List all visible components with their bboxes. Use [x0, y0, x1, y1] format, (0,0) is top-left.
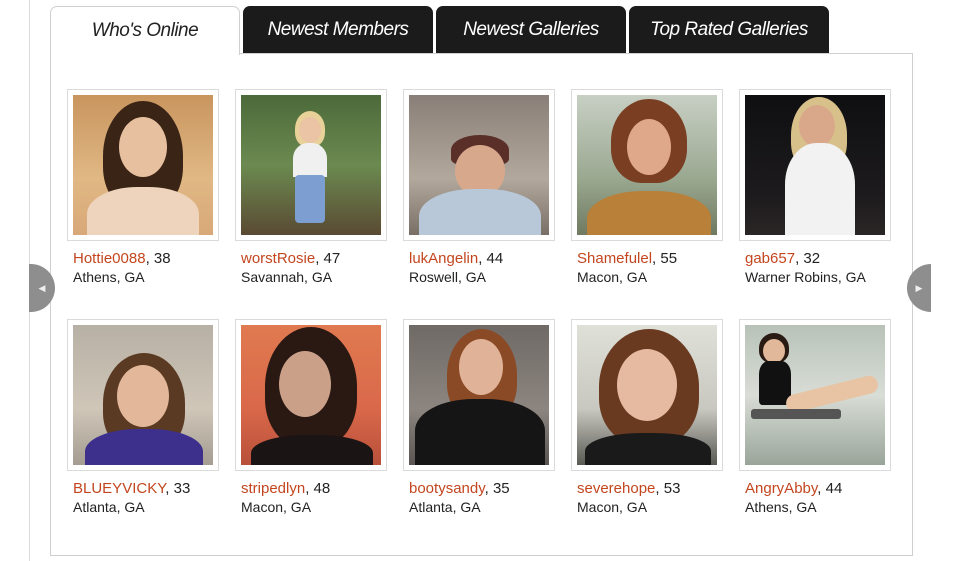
member-info: lukAngelin, 44 [409, 250, 555, 267]
member-username-link[interactable]: AngryAbby [745, 480, 817, 497]
member-photo[interactable] [403, 89, 555, 241]
member-card: lukAngelin, 44 Roswell, GA [403, 89, 555, 285]
member-location: Athens, GA [73, 269, 145, 285]
member-age: , 35 [484, 480, 510, 497]
member-info: worstRosie, 47 [241, 250, 387, 267]
member-card: Hottie0088, 38 Athens, GA [67, 89, 219, 285]
chevron-right-icon: ▶ [915, 282, 923, 293]
member-age: , 44 [478, 250, 504, 267]
member-info: gab657, 32 [745, 250, 891, 267]
member-location: Savannah, GA [241, 269, 333, 285]
member-location: Atlanta, GA [409, 499, 481, 515]
member-info: BLUEYVICKY, 33 [73, 480, 219, 497]
member-card: severehope, 53 Macon, GA [571, 319, 723, 515]
member-card: bootysandy, 35 Atlanta, GA [403, 319, 555, 515]
member-card: worstRosie, 47 Savannah, GA [235, 89, 387, 285]
member-info: severehope, 53 [577, 480, 723, 497]
member-age: , 33 [165, 480, 191, 497]
member-username-link[interactable]: Shamefulel [577, 250, 652, 267]
tab-newest-galleries[interactable]: Newest Galleries [436, 6, 626, 54]
tab-whos-online[interactable]: Who's Online [50, 6, 240, 55]
member-location: Macon, GA [241, 499, 312, 515]
member-username-link[interactable]: bootysandy [409, 480, 485, 497]
tab-top-rated-galleries[interactable]: Top Rated Galleries [629, 6, 829, 54]
member-location: Roswell, GA [409, 269, 487, 285]
member-photo[interactable] [739, 319, 891, 471]
tab-label: Top Rated Galleries [650, 19, 808, 40]
member-username-link[interactable]: stripedlyn [241, 480, 305, 497]
member-info: AngryAbby, 44 [745, 480, 891, 497]
tab-newest-members[interactable]: Newest Members [243, 6, 433, 54]
member-username-link[interactable]: worstRosie [241, 250, 315, 267]
member-age: , 48 [305, 480, 331, 497]
tab-label: Who's Online [91, 20, 199, 41]
member-photo[interactable] [571, 89, 723, 241]
member-age: , 38 [145, 250, 171, 267]
member-photo[interactable] [403, 319, 555, 471]
member-age: , 53 [655, 480, 681, 497]
member-location: Atlanta, GA [73, 499, 145, 515]
member-username-link[interactable]: lukAngelin [409, 250, 478, 267]
member-photo[interactable] [67, 89, 219, 241]
member-location: Warner Robins, GA [745, 269, 866, 285]
member-location: Macon, GA [577, 269, 648, 285]
member-location: Macon, GA [577, 499, 648, 515]
member-username-link[interactable]: BLUEYVICKY [73, 480, 165, 497]
member-card: gab657, 32 Warner Robins, GA [739, 89, 891, 285]
member-info: stripedlyn, 48 [241, 480, 387, 497]
member-card: Shamefulel, 55 Macon, GA [571, 89, 723, 285]
member-photo[interactable] [571, 319, 723, 471]
member-age: , 55 [652, 250, 678, 267]
member-username-link[interactable]: Hottie0088 [73, 250, 146, 267]
member-username-link[interactable]: gab657 [745, 250, 795, 267]
member-age: , 47 [315, 250, 341, 267]
chevron-left-icon: ◀ [38, 282, 46, 293]
member-info: bootysandy, 35 [409, 480, 555, 497]
tab-label: Newest Members [267, 19, 409, 40]
member-card: BLUEYVICKY, 33 Atlanta, GA [67, 319, 219, 515]
member-location: Athens, GA [745, 499, 817, 515]
member-card: AngryAbby, 44 Athens, GA [739, 319, 891, 515]
member-info: Shamefulel, 55 [577, 250, 723, 267]
tab-label: Newest Galleries [463, 19, 599, 40]
member-age: , 44 [817, 480, 843, 497]
member-photo[interactable] [67, 319, 219, 471]
member-card: stripedlyn, 48 Macon, GA [235, 319, 387, 515]
member-age: , 32 [795, 250, 821, 267]
member-info: Hottie0088, 38 [73, 250, 219, 267]
member-photo[interactable] [235, 319, 387, 471]
member-username-link[interactable]: severehope [577, 480, 655, 497]
member-photo[interactable] [739, 89, 891, 241]
member-photo[interactable] [235, 89, 387, 241]
